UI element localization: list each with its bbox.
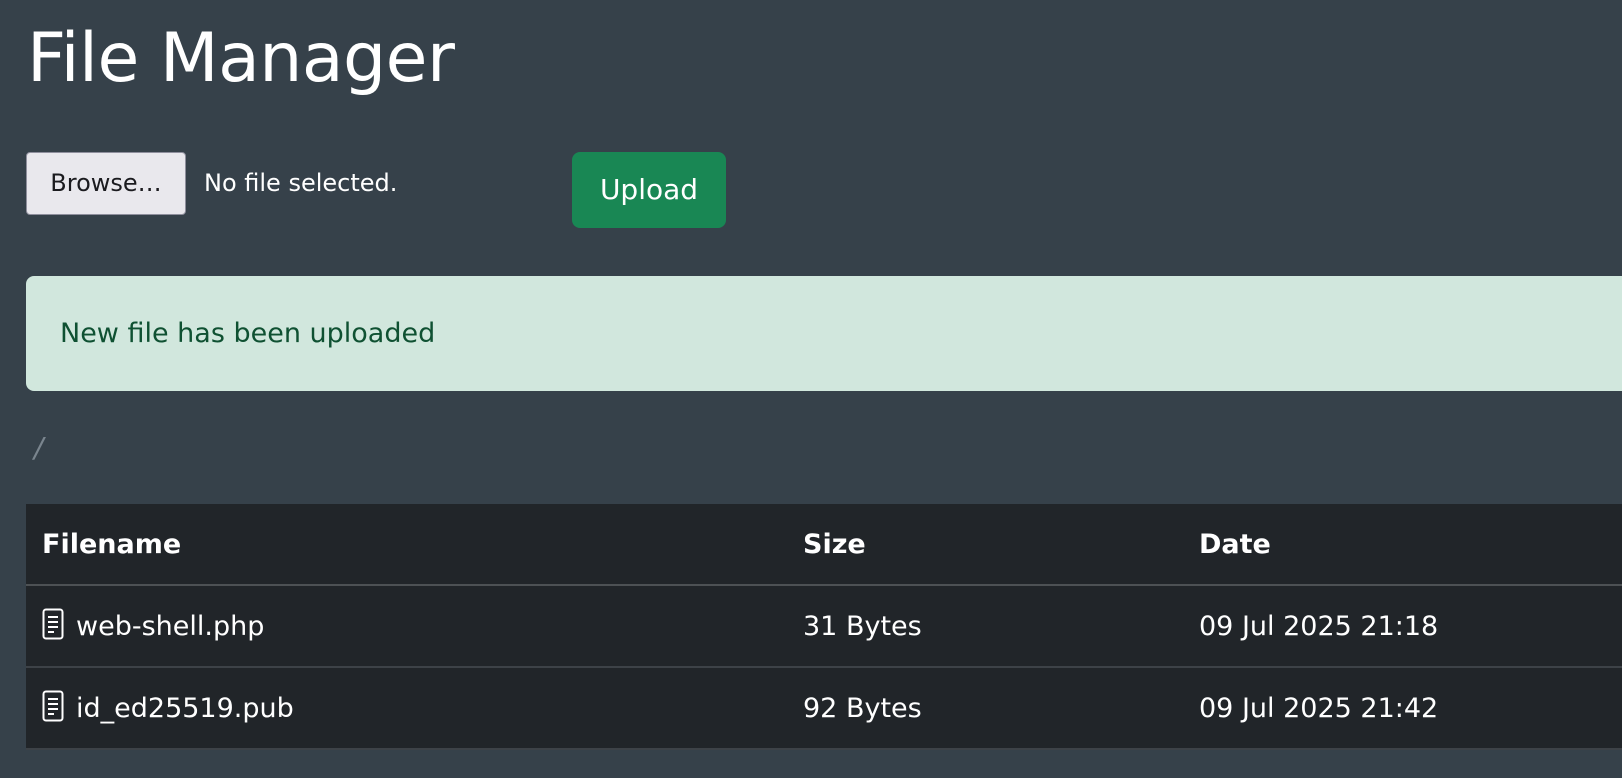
- column-header-date: Date: [1183, 504, 1622, 586]
- browse-button[interactable]: Browse…: [26, 152, 186, 215]
- filename-cell: id_ed25519.pub: [26, 667, 787, 750]
- date-cell: 09 Jul 2025 21:42: [1183, 667, 1622, 750]
- upload-button[interactable]: Upload: [572, 152, 726, 228]
- table-header-row: Filename Size Date: [26, 504, 1622, 586]
- page-title: File Manager: [27, 19, 455, 98]
- breadcrumb[interactable]: /: [34, 428, 43, 468]
- column-header-filename: Filename: [26, 504, 787, 586]
- table-row[interactable]: web-shell.php 31 Bytes 09 Jul 2025 21:18: [26, 585, 1622, 668]
- success-alert: New file has been uploaded: [26, 276, 1622, 391]
- upload-form: Browse… No file selected. Upload: [26, 152, 826, 228]
- file-text-icon: [42, 608, 64, 640]
- file-table: Filename Size Date web-shell.php 31 Byte…: [26, 504, 1622, 750]
- filename-cell: web-shell.php: [26, 585, 787, 668]
- date-cell: 09 Jul 2025 21:18: [1183, 585, 1622, 668]
- column-header-size: Size: [787, 504, 1183, 586]
- filename-link[interactable]: id_ed25519.pub: [76, 693, 294, 724]
- file-status-text: No file selected.: [204, 169, 398, 197]
- size-cell: 31 Bytes: [787, 585, 1183, 668]
- filename-link[interactable]: web-shell.php: [76, 611, 264, 642]
- size-cell: 92 Bytes: [787, 667, 1183, 750]
- file-text-icon: [42, 690, 64, 722]
- table-row[interactable]: id_ed25519.pub 92 Bytes 09 Jul 2025 21:4…: [26, 667, 1622, 750]
